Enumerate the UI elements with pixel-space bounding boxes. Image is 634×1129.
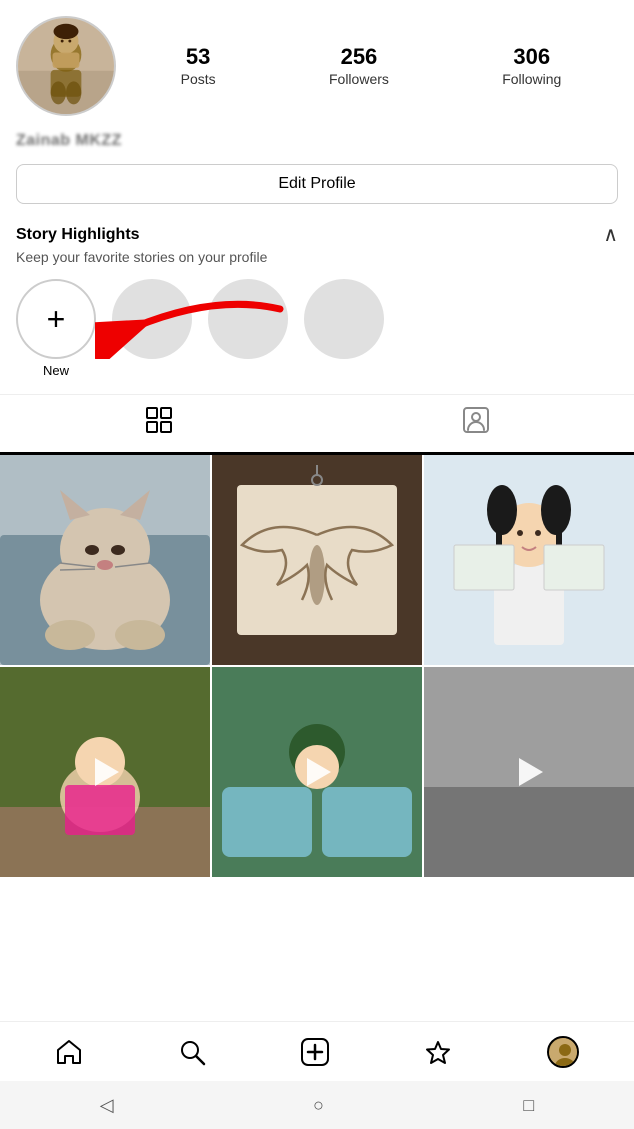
nav-home-button[interactable] [55,1038,83,1066]
highlight-circle-3[interactable] [304,279,384,359]
followers-label: Followers [329,71,389,87]
photo-cell-3[interactable] [424,455,634,665]
grid-icon [146,407,172,440]
play-overlay-5[interactable] [299,754,335,790]
story-circles-container: + New [0,279,634,386]
play-icon-5 [307,758,331,786]
android-recent-button[interactable]: □ [523,1095,534,1116]
photo-cell-2[interactable] [212,455,422,665]
highlight-1[interactable] [112,279,192,359]
tab-tagged[interactable] [317,395,634,455]
spacer [0,386,634,394]
story-highlights-header: Story Highlights ∧ [0,218,634,249]
tab-bar [0,394,634,455]
nav-profile-button[interactable] [547,1036,579,1068]
posts-stat[interactable]: 53 Posts [181,45,216,87]
person-tag-icon [463,407,489,440]
highlight-circle-1[interactable] [112,279,192,359]
new-story-item[interactable]: + New [16,279,96,378]
android-home-button[interactable]: ○ [313,1095,324,1116]
highlight-2[interactable] [208,279,288,359]
followers-stat[interactable]: 256 Followers [329,45,389,87]
following-stat[interactable]: 306 Following [502,45,561,87]
story-highlights-title: Story Highlights [16,226,140,244]
profile-header: 53 Posts 256 Followers 306 Following [0,0,634,128]
photo-cell-6[interactable] [424,667,634,877]
chevron-up-icon[interactable]: ∧ [603,222,618,247]
nav-add-button[interactable] [301,1038,329,1066]
android-nav: ◁ ○ □ [0,1081,634,1129]
photo-grid [0,455,634,877]
photo-cell-5[interactable] [212,667,422,877]
following-label: Following [502,71,561,87]
play-overlay-6[interactable] [511,754,547,790]
plus-icon: + [47,303,66,335]
posts-label: Posts [181,71,216,87]
edit-profile-button[interactable]: Edit Profile [16,164,618,204]
username: Zainab MKZZ [16,132,122,149]
play-overlay-4[interactable] [87,754,123,790]
bottom-nav [0,1021,634,1081]
play-icon-4 [95,758,119,786]
play-icon-6 [519,758,543,786]
new-story-button[interactable]: + [16,279,96,359]
following-count: 306 [513,45,550,69]
story-highlights-subtitle: Keep your favorite stories on your profi… [0,249,634,279]
posts-count: 53 [186,45,210,69]
username-area: Zainab MKZZ [0,128,634,160]
tab-grid[interactable] [0,395,317,455]
android-back-button[interactable]: ◁ [100,1095,114,1116]
nav-search-button[interactable] [178,1038,206,1066]
new-story-label: New [43,363,69,378]
followers-count: 256 [341,45,378,69]
stats-row: 53 Posts 256 Followers 306 Following [124,45,618,87]
photo-cell-1[interactable] [0,455,210,665]
highlight-circle-2[interactable] [208,279,288,359]
story-circles-row: + New [16,279,618,378]
photo-cell-4[interactable] [0,667,210,877]
avatar[interactable] [16,16,116,116]
highlight-3[interactable] [304,279,384,359]
nav-activity-button[interactable] [424,1038,452,1066]
